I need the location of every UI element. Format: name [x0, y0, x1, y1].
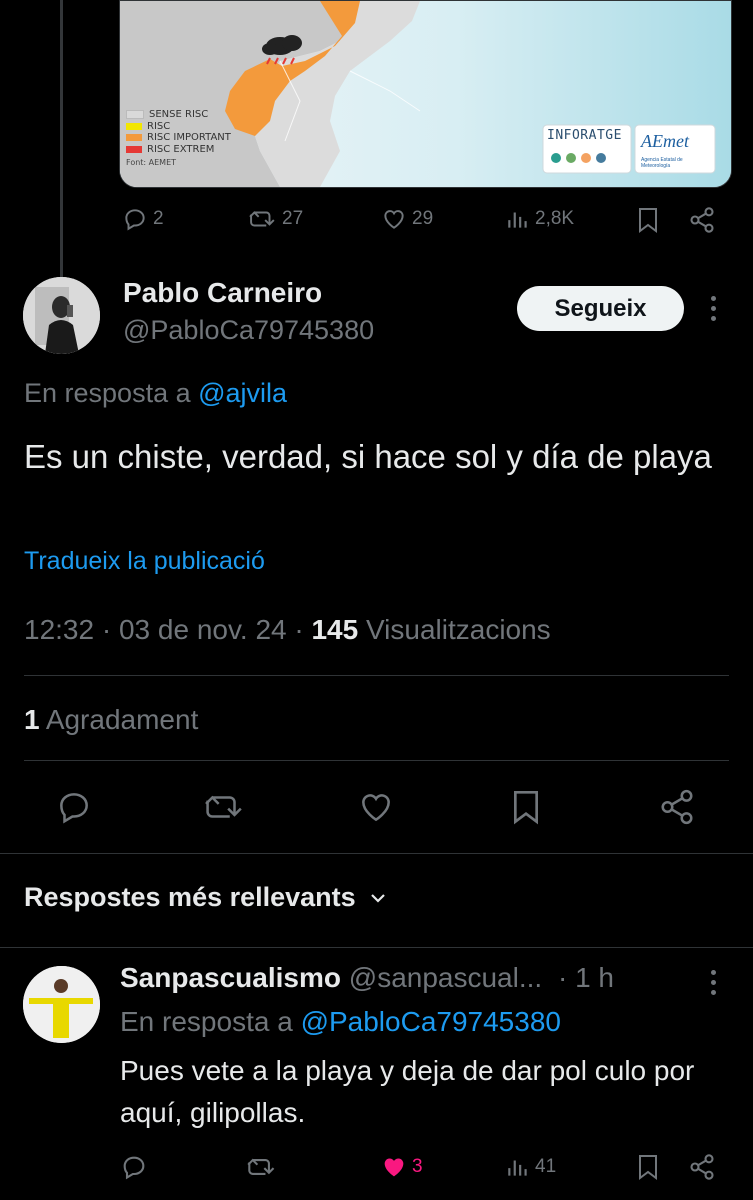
reply-button[interactable]: 2 — [121, 206, 164, 232]
tweet-text: Es un chiste, verdad, si hace sol y día … — [24, 438, 712, 475]
translate-link[interactable]: Tradueix la publicació — [24, 547, 265, 576]
reply-author-name[interactable]: Sanpascualismo — [120, 962, 341, 993]
bookmark-icon — [514, 791, 538, 825]
reply-reply-button[interactable] — [120, 1153, 148, 1181]
reply-to-line: En resposta a @PabloCa79745380 — [120, 1006, 561, 1038]
reply-icon — [60, 793, 88, 824]
author-handle[interactable]: @PabloCa79745380 — [123, 315, 374, 346]
reply-avatar[interactable] — [23, 966, 100, 1043]
reply-views-count: 41 — [535, 1156, 557, 1177]
analytics-icon — [508, 212, 527, 228]
map-source: Font: AEMET — [126, 158, 177, 167]
heart-filled-icon — [384, 1158, 404, 1177]
inforatge-logo: INFORATGE — [547, 128, 622, 143]
bookmark-button[interactable] — [636, 206, 660, 234]
divider — [24, 675, 729, 676]
views-button[interactable]: 2,8K — [505, 206, 574, 232]
tweet-media-map[interactable]: SENSE RISC RISC RISC IMPORTANT RISC EXTR… — [119, 0, 732, 188]
like-button-main[interactable] — [357, 788, 395, 826]
retweet-icon — [247, 1158, 275, 1175]
likes-summary[interactable]: 1 Agradament — [24, 704, 198, 736]
tweet-date[interactable]: 03 de nov. 24 — [119, 614, 287, 645]
legend-item: RISC EXTREM — [126, 144, 231, 156]
views-label: Visualitzacions — [365, 614, 551, 645]
reply-views-button[interactable]: 41 — [505, 1153, 556, 1181]
replies-sort-label: Respostes més rellevants — [24, 882, 356, 912]
reply-to-prefix: En resposta a — [120, 1006, 293, 1037]
reply-author-handle[interactable]: @sanpascual... — [349, 962, 542, 993]
share-button-main[interactable] — [658, 788, 696, 826]
divider — [0, 947, 753, 948]
legend-item: SENSE RISC — [126, 109, 231, 121]
reply-text: Pues vete a la playa y deja de dar pol c… — [120, 1055, 695, 1128]
reply-retweet-button[interactable] — [247, 1153, 277, 1181]
share-icon — [661, 789, 693, 825]
retweet-button[interactable]: 27 — [248, 206, 303, 232]
reply-to-line: En resposta a @ajvila — [24, 378, 287, 409]
aemet-logo-subtitle: Agencia Estatal de Meteorología — [641, 157, 683, 169]
map-legend: SENSE RISC RISC RISC IMPORTANT RISC EXTR… — [126, 109, 231, 169]
reply-like-count: 3 — [412, 1156, 423, 1177]
reply-count: 2 — [153, 208, 164, 229]
follow-button[interactable]: Segueix — [517, 286, 684, 331]
bookmark-icon — [639, 208, 657, 233]
share-icon — [690, 207, 714, 233]
analytics-icon — [508, 1160, 527, 1176]
legend-item: RISC — [126, 121, 231, 133]
legend-item: RISC IMPORTANT — [126, 132, 231, 144]
retweet-icon — [249, 211, 275, 227]
aemet-logo: AEmet — [641, 131, 689, 151]
divider — [0, 853, 753, 854]
reply-like-button[interactable]: 3 — [380, 1153, 423, 1181]
like-count: 29 — [412, 208, 434, 229]
avatar[interactable] — [23, 277, 100, 354]
reply-bookmark-button[interactable] — [636, 1153, 660, 1181]
like-button[interactable]: 29 — [380, 206, 433, 232]
views-count-main: 145 — [311, 614, 359, 645]
share-button[interactable] — [688, 206, 716, 234]
likes-label: Agradament — [45, 704, 199, 735]
views-count: 2,8K — [535, 208, 575, 229]
reply-more-options-icon[interactable] — [711, 970, 716, 995]
reply-profile-photo — [23, 966, 100, 1043]
more-options-icon[interactable] — [711, 296, 716, 321]
reply-to-prefix: En resposta a — [24, 378, 191, 408]
divider — [24, 760, 729, 761]
tweet-time[interactable]: 12:32 — [24, 614, 94, 645]
reply-icon — [125, 209, 145, 231]
retweet-icon — [205, 795, 242, 818]
reply-to-handle[interactable]: @ajvila — [198, 378, 287, 408]
reply-button-main[interactable] — [55, 788, 93, 826]
reply-age[interactable]: 1 h — [575, 962, 614, 993]
retweet-button-main[interactable] — [204, 788, 246, 826]
bookmark-button-main[interactable] — [510, 788, 542, 826]
reply-share-button[interactable] — [688, 1153, 716, 1181]
reply-to-handle[interactable]: @PabloCa79745380 — [301, 1006, 561, 1037]
heart-icon — [362, 794, 390, 822]
heart-icon — [384, 210, 404, 229]
tweet-meta: 12:32 · 03 de nov. 24 · 145 Visualitzaci… — [24, 614, 551, 645]
thread-line — [60, 0, 63, 283]
reply-header: Sanpascualismo @sanpascual... · 1 h — [120, 962, 615, 993]
retweet-count: 27 — [282, 208, 304, 229]
author-name[interactable]: Pablo Carneiro — [123, 277, 322, 309]
replies-sort-dropdown[interactable]: Respostes més rellevants — [24, 882, 388, 913]
likes-count: 1 — [24, 704, 40, 735]
profile-photo — [23, 277, 100, 354]
chevron-down-icon — [370, 893, 385, 903]
bookmark-icon — [639, 1155, 657, 1180]
reply-icon — [123, 1156, 145, 1180]
share-icon — [690, 1154, 714, 1180]
